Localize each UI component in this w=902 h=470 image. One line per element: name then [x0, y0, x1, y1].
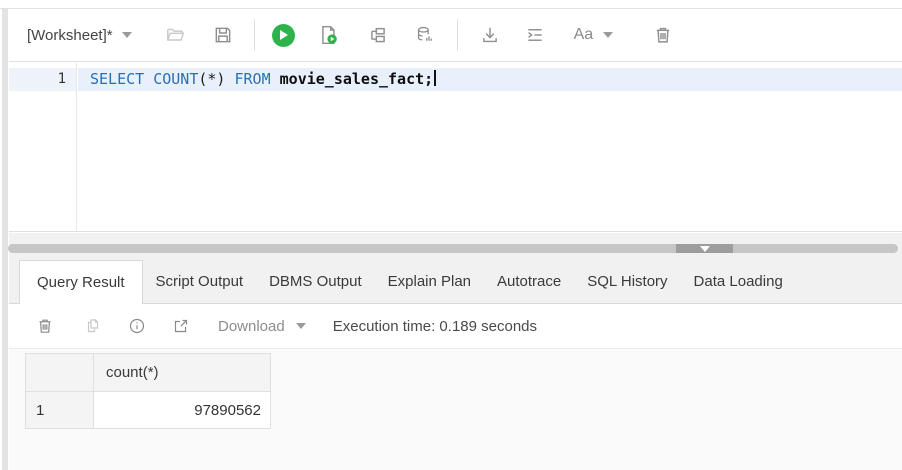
- format-icon[interactable]: [525, 25, 545, 45]
- sql-token-keyword: FROM: [235, 70, 271, 88]
- collapse-down-icon: [700, 246, 710, 252]
- tab-dbms-output[interactable]: DBMS Output: [256, 261, 375, 303]
- tab-data-loading[interactable]: Data Loading: [681, 261, 796, 303]
- row-number-cell[interactable]: 1: [26, 392, 94, 429]
- copy-icon[interactable]: [84, 317, 102, 335]
- save-icon[interactable]: [213, 25, 233, 45]
- run-statement-icon[interactable]: [272, 24, 295, 47]
- sql-token-keyword: COUNT: [153, 70, 198, 88]
- open-folder-icon[interactable]: [165, 25, 185, 45]
- text-size-icon[interactable]: Aa: [574, 26, 594, 44]
- sql-editor[interactable]: 1 SELECT COUNT(*) FROM movie_sales_fact;: [9, 63, 902, 232]
- sql-token-plain: (*): [198, 70, 225, 88]
- horizontal-splitter-bar[interactable]: [8, 244, 898, 253]
- table-header-row: count(*): [26, 354, 271, 392]
- explain-plan-icon[interactable]: [368, 25, 388, 45]
- result-tab-bar: Query ResultScript OutputDBMS OutputExpl…: [9, 261, 902, 304]
- text-size-caret-icon[interactable]: [603, 32, 613, 38]
- sql-token-keyword: SELECT: [90, 70, 144, 88]
- sql-token-plain: [271, 70, 280, 88]
- count-value-cell[interactable]: 97890562: [94, 392, 271, 429]
- editor-gutter: 1: [9, 63, 77, 231]
- tab-explain-plan[interactable]: Explain Plan: [375, 261, 484, 303]
- sql-tokens: SELECT COUNT(*) FROM movie_sales_fact;: [90, 70, 433, 88]
- tab-sql-history[interactable]: SQL History: [574, 261, 680, 303]
- text-cursor: [434, 70, 436, 86]
- worksheet-menu-caret-icon[interactable]: [122, 32, 132, 38]
- toolbar-separator: [254, 19, 255, 51]
- table-row[interactable]: 1 97890562: [26, 392, 271, 429]
- tab-script-output[interactable]: Script Output: [143, 261, 257, 303]
- result-grid-area: count(*) 1 97890562: [9, 348, 902, 470]
- toolbar-separator: [457, 19, 458, 51]
- discard-result-icon[interactable]: [36, 317, 54, 335]
- editor-code-area[interactable]: SELECT COUNT(*) FROM movie_sales_fact;: [78, 63, 902, 231]
- worksheet-title[interactable]: [Worksheet]*: [27, 27, 113, 44]
- splitter-collapse-handle[interactable]: [676, 244, 733, 253]
- sql-statement-line[interactable]: SELECT COUNT(*) FROM movie_sales_fact;: [78, 68, 902, 91]
- tab-query-result[interactable]: Query Result: [19, 260, 143, 304]
- clear-worksheet-icon[interactable]: [653, 25, 673, 45]
- count-column-header[interactable]: count(*): [94, 354, 271, 392]
- left-panel-splitter[interactable]: [2, 9, 8, 470]
- sql-worksheet-window: [Worksheet]*: [0, 0, 902, 470]
- download-menu[interactable]: Download: [218, 318, 285, 335]
- info-icon[interactable]: [128, 317, 146, 335]
- result-table: count(*) 1 97890562: [25, 353, 271, 429]
- splitter-area: [9, 233, 902, 261]
- sql-token-identifier: movie_sales_fact;: [280, 70, 434, 88]
- download-caret-icon[interactable]: [296, 323, 306, 329]
- line-number: 1: [9, 68, 76, 91]
- execution-time-label: Execution time: 0.189 seconds: [333, 318, 537, 335]
- play-icon: [280, 30, 288, 40]
- run-script-icon[interactable]: [319, 25, 339, 45]
- row-number-header[interactable]: [26, 354, 94, 392]
- query-result-toolbar: Download Execution time: 0.189 seconds: [9, 304, 902, 348]
- download-icon[interactable]: [480, 25, 500, 45]
- worksheet-toolbar: [Worksheet]*: [9, 9, 902, 62]
- open-in-new-icon[interactable]: [172, 317, 190, 335]
- autotrace-icon[interactable]: [415, 25, 435, 45]
- tab-autotrace[interactable]: Autotrace: [484, 261, 574, 303]
- sql-token-plain: [144, 70, 153, 88]
- sql-token-plain: [225, 70, 234, 88]
